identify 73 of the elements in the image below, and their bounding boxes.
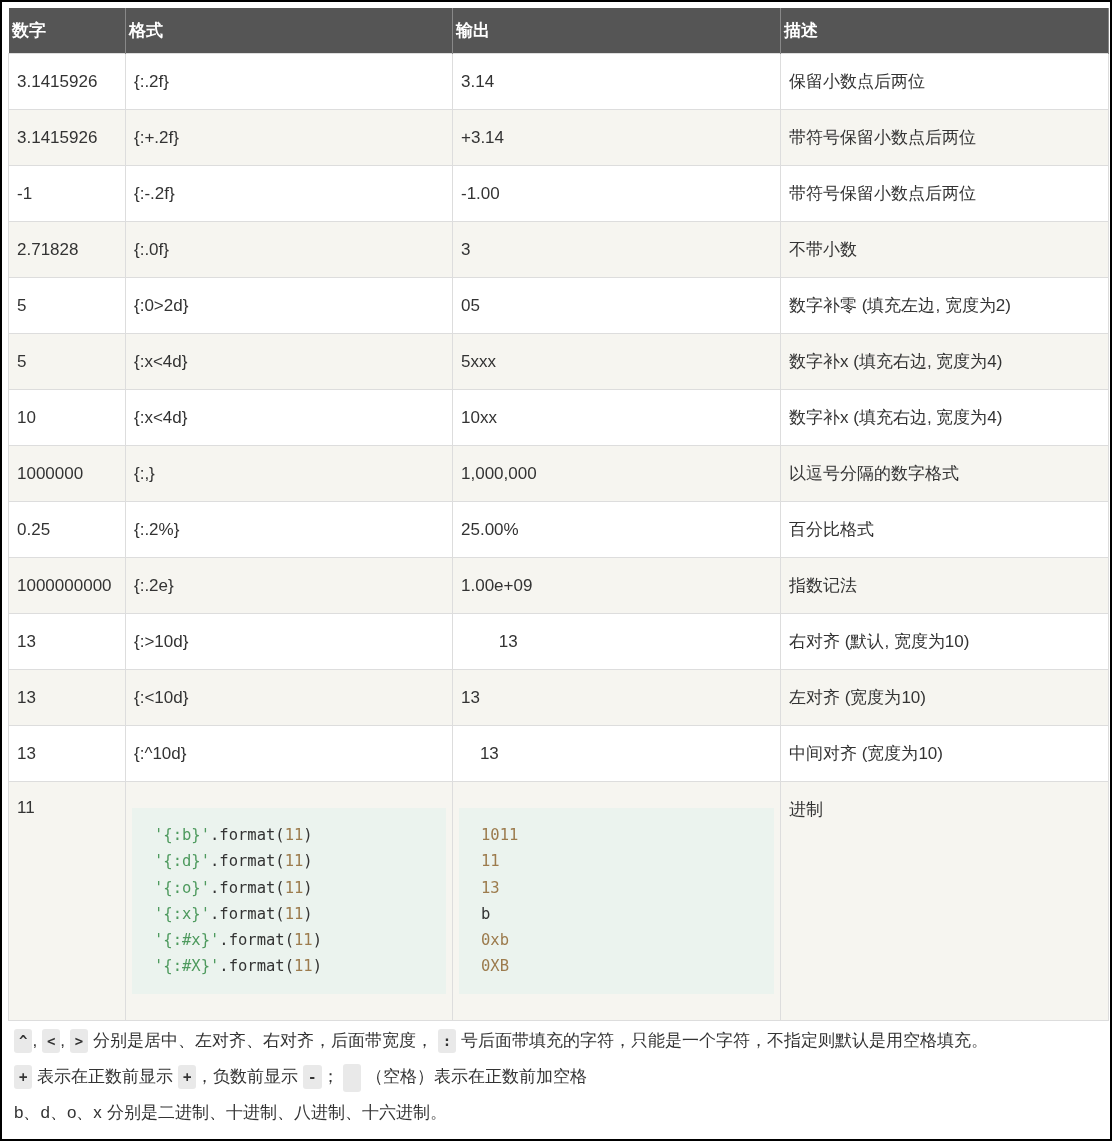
note-text: ^ , < , > 分别是居中、左对齐、右对齐，后面带宽度， : 号后面带填充的字符，只能是一个字符，不指定则默认是用空格填充。: [14, 1023, 988, 1059]
column-header: 格式: [125, 8, 453, 54]
column-header: 描述: [780, 8, 1109, 54]
table-cell: 保留小数点后两位: [780, 53, 1109, 110]
table-cell: 百分比格式: [780, 501, 1109, 558]
table-cell: 进制: [780, 781, 1109, 1021]
table-cell: {:,}: [125, 445, 453, 502]
code-line: 13: [481, 877, 500, 899]
code-line: 11: [481, 851, 500, 873]
code-line: 0xb: [481, 930, 509, 952]
table-cell: 13: [452, 613, 781, 670]
table-cell: 数字补x (填充右边, 宽度为4): [780, 389, 1109, 446]
table-cell: 13: [8, 613, 126, 670]
table-cell: 带符号保留小数点后两位: [780, 109, 1109, 166]
table-cell: 1000000000: [8, 557, 126, 614]
table-cell: 1000000: [8, 445, 126, 502]
code-line: '{:b}'.format(11): [154, 825, 313, 846]
code-line: '{:#x}'.format(11): [154, 930, 322, 952]
table-cell: 3.14: [452, 53, 781, 110]
table-cell: 1,000,000: [452, 445, 781, 502]
table-cell: 带符号保留小数点后两位: [780, 165, 1109, 222]
table-cell: {:+.2f}: [125, 109, 453, 166]
table-cell: 不带小数: [780, 221, 1109, 278]
table-cell: 13: [452, 669, 781, 726]
table-cell: 5xxx: [452, 333, 781, 390]
table-cell: -1.00: [452, 165, 781, 222]
table-cell: {:^10d}: [125, 725, 453, 782]
table-cell: 5: [8, 333, 126, 390]
table-cell: 2.71828: [8, 221, 126, 278]
table-cell: {:x<4d}: [125, 389, 453, 446]
table-cell: 13: [452, 725, 781, 782]
table-cell: 13: [8, 725, 126, 782]
table-cell: +3.14: [452, 109, 781, 166]
table-cell: {:<10d}: [125, 669, 453, 726]
code-line: 1011: [481, 825, 519, 846]
table-cell: 13: [8, 669, 126, 726]
table-cell: 11: [8, 781, 126, 1021]
table-cell: 5: [8, 277, 126, 334]
column-header: 输出: [452, 8, 781, 54]
column-header: 数字: [8, 8, 126, 54]
code-line: '{:#X}'.format(11): [154, 956, 322, 978]
table-cell: {:.2f}: [125, 53, 453, 110]
table-cell: {:0>2d}: [125, 277, 453, 334]
table-cell: 3.1415926: [8, 109, 126, 166]
table-cell: 以逗号分隔的数字格式: [780, 445, 1109, 502]
code-line: '{:x}'.format(11): [154, 903, 313, 925]
table-cell: 指数记法: [780, 557, 1109, 614]
table-cell: 05: [452, 277, 781, 334]
table-cell: 25.00%: [452, 501, 781, 558]
table-cell: 0.25: [8, 501, 126, 558]
table-cell: 3.1415926: [8, 53, 126, 110]
table-cell: 1.00e+09: [452, 557, 781, 614]
code-line: '{:d}'.format(11): [154, 851, 313, 873]
table-cell: {:-.2f}: [125, 165, 453, 222]
table-cell: {:.2e}: [125, 557, 453, 614]
code-line: '{:o}'.format(11): [154, 877, 313, 899]
table-cell: {:.0f}: [125, 221, 453, 278]
table-cell: {:>10d}: [125, 613, 453, 670]
table-cell: 右对齐 (默认, 宽度为10): [780, 613, 1109, 670]
note-text: + 表示在正数前显示 + ，负数前显示 - ； （空格）表示在正数前加空格: [14, 1059, 587, 1095]
table-cell: 10xx: [452, 389, 781, 446]
table-cell: {:x<4d}: [125, 333, 453, 390]
table-cell: 3: [452, 221, 781, 278]
table-cell: 数字补x (填充右边, 宽度为4): [780, 333, 1109, 390]
code-line: b: [481, 903, 491, 925]
table-cell: 10: [8, 389, 126, 446]
table-cell: 数字补零 (填充左边, 宽度为2): [780, 277, 1109, 334]
table-cell: -1: [8, 165, 126, 222]
table-cell: {:.2%}: [125, 501, 453, 558]
code-line: 0XB: [481, 956, 509, 978]
note-text: b、d、o、x 分别是二进制、十进制、八进制、十六进制。: [14, 1102, 447, 1124]
table-cell: 中间对齐 (宽度为10): [780, 725, 1109, 782]
table-cell: 左对齐 (宽度为10): [780, 669, 1109, 726]
